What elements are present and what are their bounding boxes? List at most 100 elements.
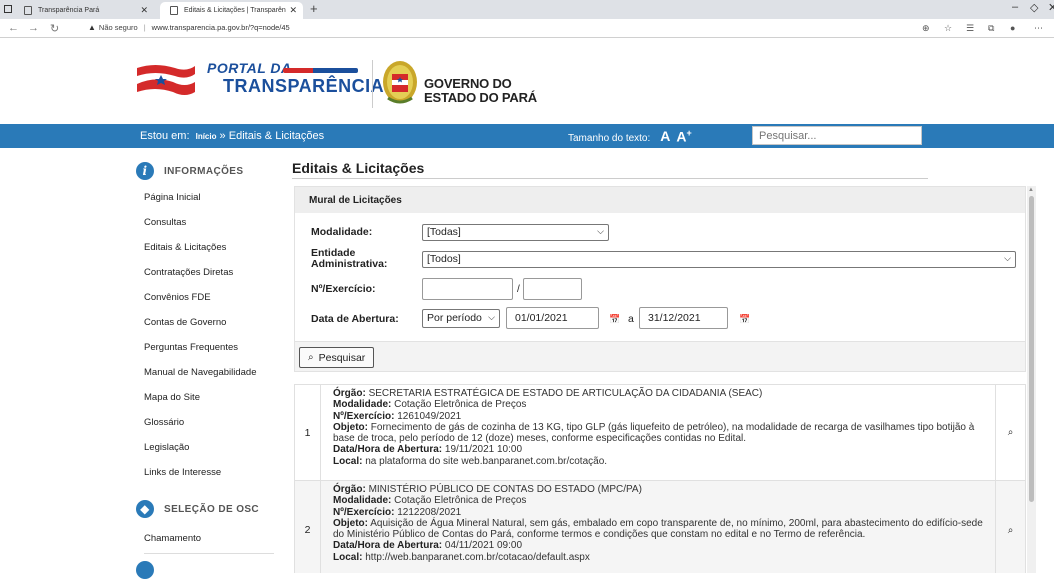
result-index: 2 [295, 481, 321, 573]
info-icon: i [136, 162, 154, 180]
mural-header: Mural de Licitações [295, 187, 1025, 213]
new-tab-icon[interactable]: + [310, 1, 318, 16]
result-details: Órgão: SECRETARIA ESTRATÉGICA DE ESTADO … [333, 388, 983, 467]
modalidade-value: Cotação Eletrônica de Preços [394, 495, 527, 507]
state-seal-icon [383, 61, 417, 104]
orgao-value: SECRETARIA ESTRATÉGICA DE ESTADO DE ARTI… [368, 388, 763, 399]
page-icon [24, 6, 32, 15]
chevron-down-icon: ⌵ [1004, 253, 1011, 263]
sidebar-item-contas[interactable]: Contas de Governo [144, 317, 226, 328]
breadcrumb-home-link[interactable]: Início [196, 132, 217, 141]
favorites-icon[interactable]: ☰ [966, 23, 974, 34]
modalidade-label: Modalidade: [311, 226, 373, 238]
page-scrollbar[interactable]: ▲ [1027, 186, 1036, 573]
breadcrumb-current: Editais & Licitações [228, 130, 325, 142]
increase-text-label: A [676, 128, 687, 145]
modalidade-value: Cotação Eletrônica de Preços [394, 399, 527, 411]
top-navigation-bar: Estou em: Início » Editais & Licitações … [0, 124, 1054, 148]
more-icon[interactable]: ⋯ [1034, 23, 1043, 34]
gov-title-line2: ESTADO DO PARÁ [424, 90, 538, 105]
chevron-down-icon: ⌵ [597, 226, 604, 236]
sidebar-item-mapa[interactable]: Mapa do Site [144, 392, 200, 403]
data-value: 04/11/2021 09:00 [444, 540, 522, 552]
sidebar-section-title: SELEÇÃO DE OSC [164, 503, 260, 515]
text-size-label: Tamanho do texto: [568, 132, 651, 144]
objeto-value: Fornecimento de gás de cozinha de 13 KG,… [333, 421, 975, 445]
close-window-icon[interactable]: ✕ [1048, 1, 1054, 14]
data-label: Data/Hora de Abertura: [333, 540, 443, 552]
sidebar-item-manual[interactable]: Manual de Navegabilidade [144, 367, 257, 378]
results-list: 1 Órgão: SECRETARIA ESTRATÉGICA DE ESTAD… [294, 384, 1026, 573]
numero-value: 1212208/2021 [397, 506, 462, 518]
reload-icon[interactable]: ↻ [50, 22, 59, 35]
sidebar-section-osc: ◆ SELEÇÃO DE OSC [136, 500, 259, 518]
browser-tab-1[interactable]: Transparência Pará ✕ [14, 2, 154, 19]
data-inicio-input[interactable]: 01/01/2021 [506, 307, 599, 329]
portal-title-line2: TRANSPARÊNCIA [223, 76, 385, 96]
sidebar-item-legislacao[interactable]: Legislação [144, 442, 189, 453]
collections-icon[interactable]: ⧉ [988, 23, 994, 34]
objeto-label: Objeto: [333, 421, 368, 433]
close-tab-icon[interactable]: ✕ [140, 5, 148, 16]
calendar-icon[interactable]: 📅 [739, 314, 750, 325]
mural-title: Mural de Licitações [309, 195, 402, 206]
view-details-icon[interactable]: ⌕ [995, 481, 1025, 573]
section-icon [136, 561, 154, 579]
url-text: www.transparencia.pa.gov.br/?q=node/45 [151, 23, 290, 32]
modalidade-label: Modalidade: [333, 495, 392, 507]
breadcrumb-prefix: Estou em: [140, 130, 190, 142]
back-icon[interactable]: ← [8, 22, 19, 34]
browser-toolbar: ← → ↻ ▲ Não seguro | www.transparencia.p… [0, 19, 1054, 38]
entidade-value: [Todos] [427, 253, 461, 265]
sidebar-item-perguntas[interactable]: Perguntas Frequentes [144, 342, 238, 353]
pesquisar-button[interactable]: ⌕ Pesquisar [299, 347, 375, 368]
browser-tabstrip: Transparência Pará ✕ Editais & Licitaçõe… [0, 0, 1054, 19]
orgao-label: Órgão: [333, 484, 366, 495]
sidebar-item-glossario[interactable]: Glossário [144, 417, 184, 428]
sidebar-item-chamamento[interactable]: Chamamento [144, 533, 201, 544]
sidebar-item-consultas[interactable]: Consultas [144, 217, 186, 228]
scrollbar-thumb[interactable] [1029, 196, 1034, 502]
forward-icon[interactable]: → [28, 22, 39, 34]
result-row: 2 Órgão: MINISTÉRIO PÚBLICO DE CONTAS DO… [294, 480, 1026, 573]
decrease-text-button[interactable]: A [660, 128, 670, 144]
data-fim-input[interactable]: 31/12/2021 [639, 307, 728, 329]
search-icon: ⌕ [308, 352, 314, 363]
browser-tab-2[interactable]: Editais & Licitações | Transparên ✕ [160, 2, 303, 19]
site-search-input[interactable] [752, 126, 922, 145]
modalidade-select[interactable]: [Todas] ⌵ [422, 224, 609, 241]
calendar-icon[interactable]: 📅 [609, 314, 620, 325]
sidebar-item-links[interactable]: Links de Interesse [144, 467, 221, 478]
modalidade-value: [Todas] [427, 226, 461, 238]
local-value: http://web.banparanet.com.br/cotacao/def… [365, 551, 590, 563]
result-row: 1 Órgão: SECRETARIA ESTRATÉGICA DE ESTAD… [294, 384, 1026, 481]
exercicio-input[interactable] [523, 278, 582, 300]
objeto-label: Objeto: [333, 517, 368, 529]
periodo-select[interactable]: Por período ⌵ [422, 309, 500, 328]
result-details: Órgão: MINISTÉRIO PÚBLICO DE CONTAS DO E… [333, 484, 983, 563]
scroll-up-icon[interactable]: ▲ [1028, 187, 1034, 193]
sidebar-item-convenios[interactable]: Convênios FDE [144, 292, 211, 303]
address-bar[interactable]: ▲ Não seguro | www.transparencia.pa.gov.… [88, 23, 290, 32]
tab-actions-icon[interactable] [4, 5, 12, 13]
close-tab-icon[interactable]: ✕ [289, 5, 297, 16]
sidebar-item-contratacoes[interactable]: Contratações Diretas [144, 267, 233, 278]
sidebar-divider [144, 553, 274, 554]
orgao-value: MINISTÉRIO PÚBLICO DE CONTAS DO ESTADO (… [368, 484, 642, 495]
restore-icon[interactable]: ◇ [1030, 1, 1038, 14]
objeto-value: Aquisição de Água Mineral Natural, sem g… [333, 517, 983, 541]
numero-input[interactable] [422, 278, 513, 300]
breadcrumb: Estou em: Início » Editais & Licitações [140, 130, 324, 142]
profile-icon[interactable]: ● [1010, 23, 1015, 33]
entidade-select[interactable]: [Todos] ⌵ [422, 251, 1016, 268]
portal-logo[interactable]: PORTAL DA TRANSPARÊNCIA [135, 58, 384, 108]
view-details-icon[interactable]: ⌕ [995, 385, 1025, 480]
sidebar-item-pagina-inicial[interactable]: Página Inicial [144, 192, 201, 203]
modalidade-label: Modalidade: [333, 399, 392, 411]
sidebar-item-editais[interactable]: Editais & Licitações [144, 242, 226, 253]
favorite-star-icon[interactable]: ☆ [944, 23, 952, 34]
text-size-control: Tamanho do texto: A A+ [568, 128, 692, 147]
minimize-icon[interactable]: – [1012, 1, 1018, 13]
increase-text-button[interactable]: A+ [676, 128, 691, 145]
zoom-icon[interactable]: ⊕ [922, 23, 930, 34]
